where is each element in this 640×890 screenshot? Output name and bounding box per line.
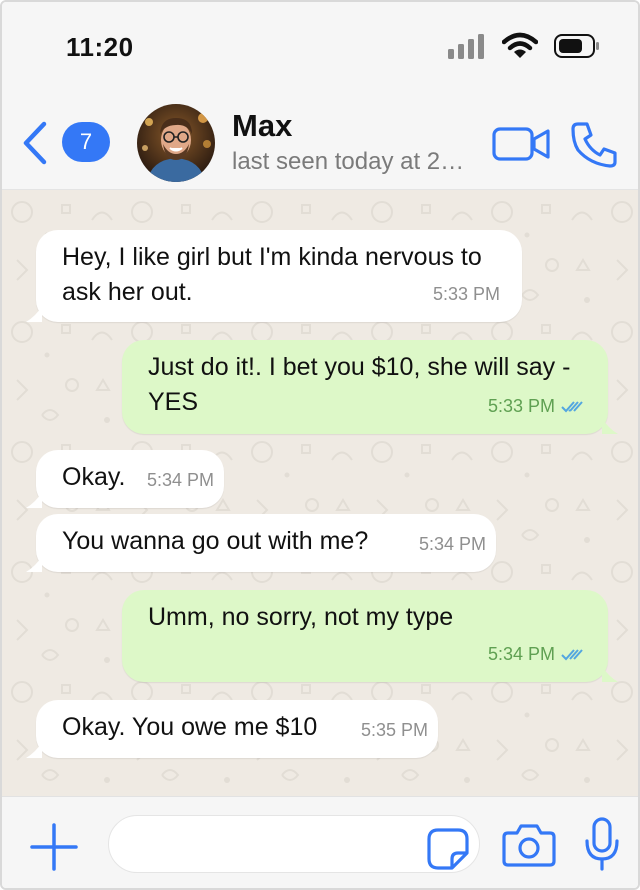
bubble-tail (26, 306, 42, 322)
phone-call-icon[interactable] (570, 120, 620, 173)
message-timestamp: 5:34 PM (146, 470, 214, 490)
message-text: Okay. (62, 463, 126, 491)
unread-count-badge[interactable]: 7 (62, 122, 110, 162)
avatar[interactable] (137, 104, 215, 182)
message-bubble-incoming[interactable]: Okay. You owe me $10 5:35 PM (26, 700, 438, 758)
last-seen-status: last seen today at 2… (232, 148, 465, 175)
signal-icon (448, 33, 486, 64)
camera-icon[interactable] (502, 823, 556, 872)
video-call-icon[interactable] (492, 126, 552, 167)
message-bubble-incoming[interactable]: You wanna go out with me? 5:34 PM (26, 514, 496, 572)
bubble-tail (26, 742, 42, 758)
message-input-bar (2, 796, 638, 888)
chat-area[interactable]: Hey, I like girl but I'm kinda nervous t… (2, 190, 638, 796)
double-check-icon (561, 648, 583, 660)
message-timestamp: 5:33 PM (432, 284, 500, 304)
message-bubble-outgoing[interactable]: Umm, no sorry, not my type 5:34 PM (122, 590, 618, 682)
status-icons (448, 32, 600, 65)
bubble-tail (26, 492, 42, 508)
bubble-tail (26, 556, 42, 572)
phone-screen: 11:20 7 Max last seen today at 2… Hey, I… (0, 0, 640, 890)
microphone-icon[interactable] (584, 817, 620, 876)
message-text: Okay. You owe me $10 (62, 713, 318, 741)
message-timestamp: 5:35 PM (360, 720, 428, 740)
chat-header: 7 Max last seen today at 2… (2, 90, 638, 190)
message-timestamp: 5:33 PM (488, 389, 586, 424)
status-bar: 11:20 (2, 2, 638, 90)
message-text: You wanna go out with me? (62, 527, 369, 555)
contact-name[interactable]: Max (232, 108, 292, 144)
battery-icon (554, 34, 600, 63)
status-time: 11:20 (66, 32, 134, 62)
message-text: Umm, no sorry, not my type (148, 603, 454, 631)
message-timestamp: 5:34 PM (418, 534, 486, 554)
bubble-tail (602, 666, 618, 682)
back-chevron-icon[interactable] (20, 120, 50, 166)
message-timestamp: 5:34 PM (488, 637, 586, 672)
plus-icon[interactable] (30, 823, 78, 876)
sticker-icon[interactable] (426, 827, 470, 876)
bubble-tail (602, 418, 618, 434)
message-bubble-incoming[interactable]: Okay. 5:34 PM (26, 450, 224, 508)
message-input[interactable] (108, 815, 480, 873)
wifi-icon (501, 32, 539, 65)
double-check-icon (561, 400, 583, 412)
message-bubble-outgoing[interactable]: Just do it!. I bet you $10, she will say… (122, 340, 618, 434)
message-bubble-incoming[interactable]: Hey, I like girl but I'm kinda nervous t… (26, 230, 522, 322)
message-text: Hey, I like girl but I'm kinda nervous t… (62, 243, 482, 306)
